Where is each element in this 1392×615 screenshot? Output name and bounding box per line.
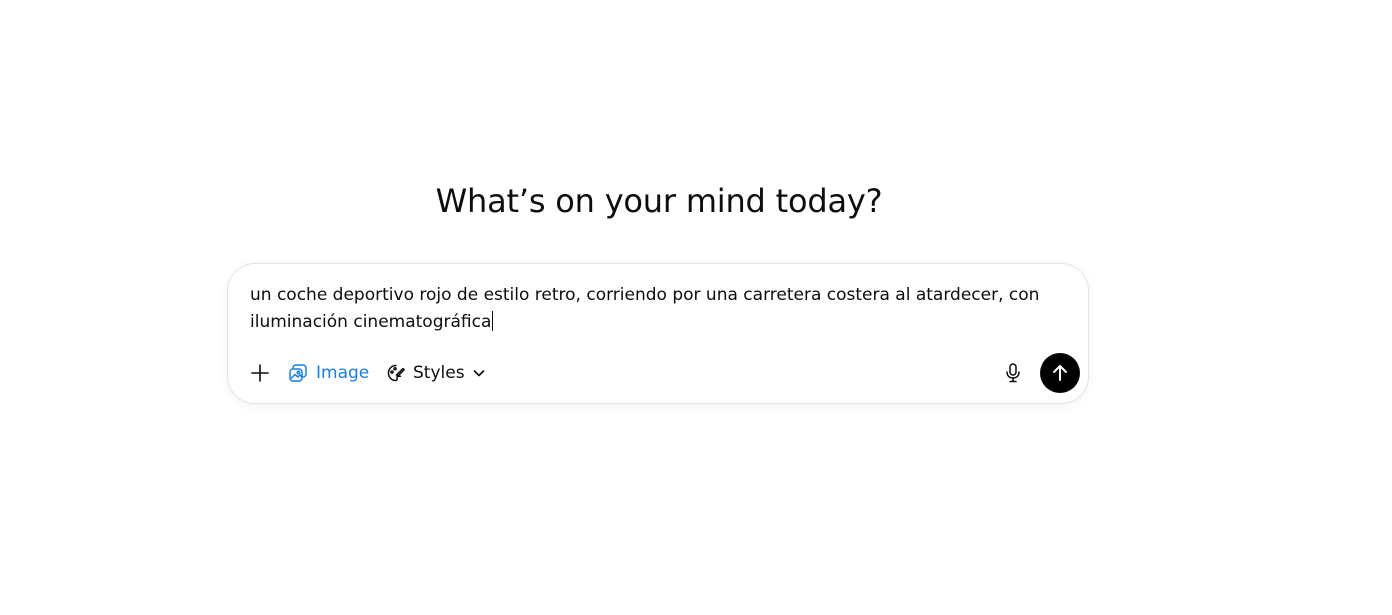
text-caret [492, 311, 494, 331]
prompt-input[interactable]: un coche deportivo rojo de estilo retro,… [250, 282, 1050, 336]
palette-icon [386, 363, 406, 383]
styles-label: Styles [413, 363, 465, 383]
send-button[interactable] [1040, 353, 1080, 393]
image-icon [288, 363, 308, 383]
page-title: What’s on your mind today? [435, 182, 883, 220]
arrow-up-icon [1050, 363, 1070, 383]
prompt-text-line-1: un coche deportivo rojo de estilo retro,… [250, 285, 1040, 305]
voice-input-button[interactable] [1000, 353, 1026, 393]
add-attachment-button[interactable] [246, 353, 274, 393]
plus-icon [250, 363, 270, 383]
image-mode-label: Image [316, 363, 370, 383]
image-mode-button[interactable]: Image [288, 353, 369, 393]
chevron-down-icon [472, 366, 486, 380]
page: What’s on your mind today? un coche depo… [0, 0, 1392, 615]
prompt-text-line-2: iluminación cinematográfica [250, 312, 492, 332]
microphone-icon [1004, 362, 1022, 384]
styles-dropdown[interactable]: Styles [386, 353, 486, 393]
composer-toolbar: Image Styles [228, 353, 1088, 393]
prompt-composer: un coche deportivo rojo de estilo retro,… [227, 263, 1089, 404]
